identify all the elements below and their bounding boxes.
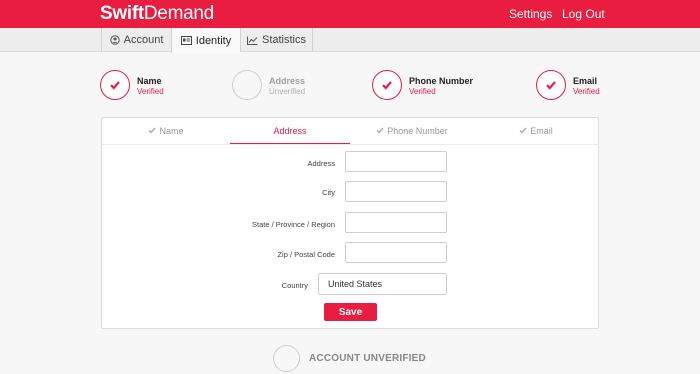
step-email-status: Verified (573, 87, 600, 96)
step-name-title: Name (137, 76, 162, 86)
step-name-status: Verified (137, 87, 164, 96)
country-label: Country (281, 281, 308, 290)
account-status: ACCOUNT UNVERIFIED (309, 353, 426, 364)
divider (102, 144, 598, 145)
state-label: State / Province / Region (252, 220, 335, 229)
empty-circle-icon (273, 345, 300, 372)
tab-identity[interactable]: Identity (171, 28, 240, 53)
tab-account[interactable]: Account (101, 28, 171, 52)
user-circle-icon (109, 35, 120, 45)
check-icon (372, 70, 402, 100)
zip-input[interactable] (345, 242, 447, 263)
tab-account-label: Account (123, 34, 164, 46)
form-tab-email[interactable]: Email (474, 118, 598, 144)
country-select[interactable]: United States (318, 273, 447, 295)
step-phone-status: Verified (409, 87, 436, 96)
section-tabs: Account Identity Statistics (0, 28, 700, 53)
check-icon (376, 126, 384, 136)
address-label: Address (307, 159, 335, 168)
form-tab-phone-number[interactable]: Phone Number (350, 118, 474, 144)
logout-link[interactable]: Log Out (562, 7, 605, 21)
line-chart-icon (246, 36, 258, 45)
check-icon (536, 70, 566, 100)
city-input[interactable] (345, 181, 447, 202)
brand-logo[interactable]: SwiftDemand (100, 3, 214, 25)
settings-link[interactable]: Settings (509, 7, 552, 21)
address-input[interactable] (345, 151, 447, 172)
form-tab-address[interactable]: Address (230, 118, 350, 144)
step-phone-title: Phone Number (409, 76, 474, 86)
check-icon (519, 126, 527, 136)
tab-statistics-label: Statistics (261, 34, 306, 46)
step-address-status: Unverified (269, 87, 306, 96)
save-button[interactable]: Save (324, 303, 377, 321)
empty-circle-icon (232, 70, 262, 100)
form-tab-name[interactable]: Name (102, 118, 230, 144)
check-icon (148, 126, 157, 136)
id-card-icon (180, 36, 192, 45)
zip-label: Zip / Postal Code (277, 250, 335, 259)
step-email-title: Email (573, 76, 598, 86)
city-label: City (322, 188, 335, 197)
tab-statistics[interactable]: Statistics (240, 28, 313, 52)
check-icon (100, 70, 130, 100)
tab-identity-label: Identity (195, 34, 232, 47)
top-bar: SwiftDemand Settings Log Out (0, 0, 700, 28)
step-address-title: Address (269, 76, 306, 86)
state-input[interactable] (345, 212, 447, 233)
address-form-card: Name Address Phone Number Email Address … (101, 117, 599, 329)
